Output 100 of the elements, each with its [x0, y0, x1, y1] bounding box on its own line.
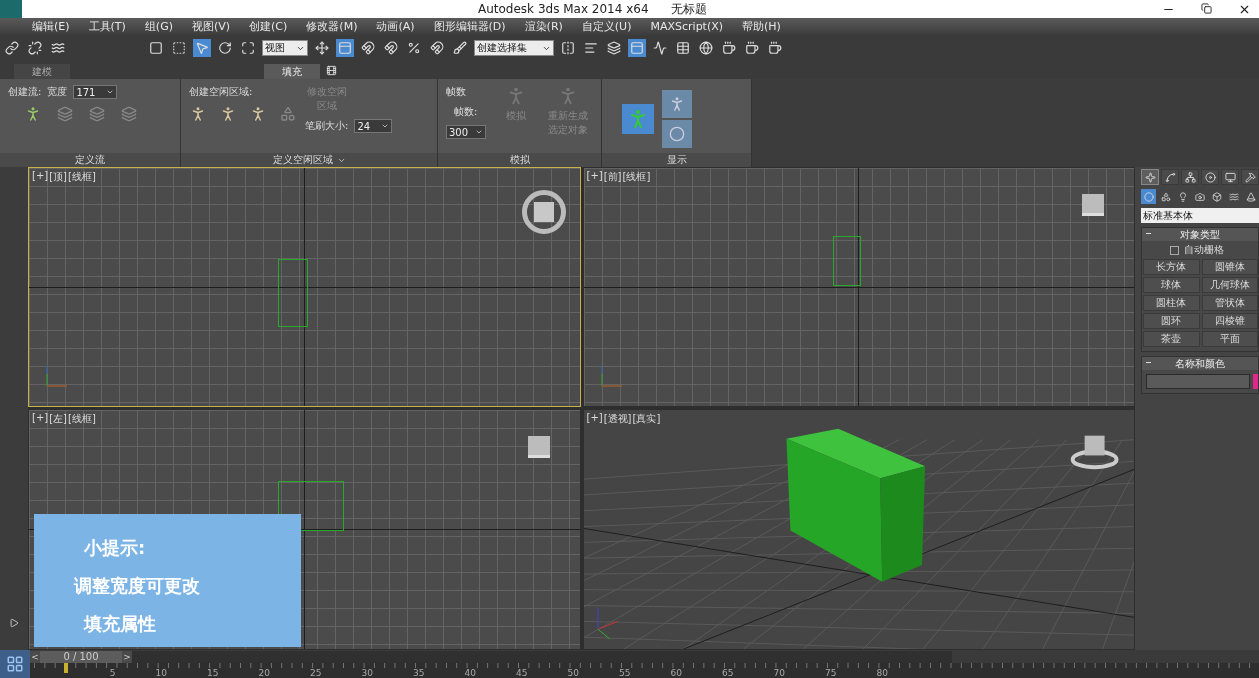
menu-item[interactable]: 图形编辑器(D)	[433, 19, 515, 34]
object-button[interactable]: 四棱锥	[1201, 313, 1258, 329]
cursor-icon[interactable]	[193, 39, 211, 57]
field-label: 创建流:	[8, 85, 42, 99]
viewport[interactable]: [+][左][线框] 小提示: 调整宽度可更改 填充属性	[28, 409, 581, 650]
menu-item[interactable]: 自定义(U)	[581, 19, 641, 34]
view-cube-icon[interactable]	[521, 190, 566, 234]
menu-item[interactable]: 组(G)	[144, 19, 182, 34]
checkbox[interactable]	[1170, 245, 1179, 255]
frame-number: 60	[669, 668, 682, 678]
frame-number: 70	[772, 668, 785, 678]
brush-size-spinner[interactable]: 24	[354, 119, 393, 133]
modify-tab-icon[interactable]	[1161, 169, 1179, 185]
viewport-label[interactable]: [左]	[49, 412, 67, 426]
group-title: 定义流	[0, 153, 180, 167]
frame-number: 30	[360, 668, 373, 678]
utilities-tab-icon[interactable]	[1241, 169, 1259, 185]
viewport-label[interactable]: [真实]	[632, 412, 661, 426]
viewport-label[interactable]: [线框]	[68, 170, 96, 184]
ribbon-tab[interactable]: 填充	[264, 64, 320, 79]
frame-number: 55	[618, 668, 631, 678]
previous-frame-button[interactable]: <	[30, 650, 40, 663]
category-dropdown[interactable]: 标准基本体	[1141, 208, 1259, 223]
object-button[interactable]: 平面	[1201, 331, 1258, 347]
menu-item[interactable]: 编辑(E)	[32, 19, 79, 34]
link-icon[interactable]	[3, 39, 21, 57]
viewport-label[interactable]: [前]	[603, 170, 622, 184]
document-title: 无标题	[670, 0, 707, 18]
viewport-label[interactable]: [线框]	[68, 412, 96, 426]
object-button[interactable]: 圆锥体	[1201, 259, 1258, 275]
viewport[interactable]: [+][前][线框]	[582, 167, 1135, 407]
field-label: 宽度	[47, 85, 68, 99]
window-title: Autodesk 3ds Max 2014 x64	[478, 2, 649, 16]
display-tab-icon[interactable]	[1221, 169, 1239, 185]
object-button[interactable]: 几何球体	[1201, 277, 1258, 293]
viewport-label[interactable]: [+]	[32, 170, 49, 184]
next-frame-button[interactable]: >	[122, 650, 132, 663]
viewport-label[interactable]: [+]	[32, 412, 49, 426]
select-icon[interactable]	[147, 39, 165, 57]
frame-number: 15	[206, 668, 219, 678]
time-slider-thumb[interactable]: 0 / 100	[40, 650, 122, 663]
menu-item[interactable]: 修改器(M)	[306, 19, 367, 34]
snap-icon[interactable]	[359, 39, 377, 57]
frame-number: 75	[824, 668, 837, 678]
menu-item[interactable]: 动画(A)	[376, 19, 424, 34]
object-button[interactable]: 长方体	[1143, 259, 1200, 275]
object-button[interactable]: 圆环	[1143, 313, 1200, 329]
move-icon[interactable]	[313, 39, 331, 57]
menu-item[interactable]: 帮助(H)	[742, 19, 790, 34]
color-swatch[interactable]	[1253, 374, 1258, 389]
frame-number: 10	[154, 668, 167, 678]
frames-spinner[interactable]: 300	[446, 125, 486, 139]
mirror-icon[interactable]	[559, 39, 577, 57]
object-button[interactable]: 茶壶	[1143, 331, 1200, 347]
frame-number: 5	[108, 668, 116, 678]
restore-icon[interactable]	[1201, 2, 1212, 14]
viewport[interactable]: [+][透视][真实]	[582, 409, 1135, 650]
object-outline	[278, 259, 308, 327]
object-button[interactable]: 球体	[1143, 277, 1200, 293]
viewport-layout-icon[interactable]	[0, 650, 30, 678]
viewport-label[interactable]: [+]	[586, 170, 603, 184]
menu-item[interactable]: 渲染(R)	[524, 19, 572, 34]
frame-number: 65	[721, 668, 734, 678]
viewport-label[interactable]: [+]	[586, 412, 603, 426]
selection-set-dropdown[interactable]: 创建选择集	[474, 40, 554, 56]
view-cube-icon[interactable]	[1070, 435, 1119, 470]
object-button[interactable]: 圆柱体	[1143, 295, 1200, 311]
frame-number: 25	[309, 668, 322, 678]
unlink-icon[interactable]	[26, 39, 44, 57]
object-outline	[832, 236, 861, 286]
name-field[interactable]	[1146, 374, 1250, 389]
rotate-icon[interactable]	[216, 39, 234, 57]
frame-number: 45	[515, 668, 528, 678]
timeline-ruler[interactable]: 5 10 15 20 25 30 35 40 45 50 55 60 65 70 75 80	[30, 663, 1259, 678]
frame-number: 35	[412, 668, 425, 678]
frame-number: 50	[566, 668, 579, 678]
viewport[interactable]: [+][顶][线框]	[28, 167, 581, 407]
axis-tripod-icon	[43, 364, 69, 390]
current-frame-marker	[64, 663, 68, 673]
layers-icon[interactable]	[605, 39, 623, 57]
frame-number: 40	[463, 668, 476, 678]
menu-item[interactable]: 创建(C)	[249, 19, 297, 34]
group-title-button[interactable]: 定义空闲区域	[181, 153, 437, 167]
field-label: 笔刷大小:	[305, 119, 349, 133]
field-label: 帧数:	[453, 105, 479, 119]
coordinate-dropdown[interactable]: 视图	[262, 40, 308, 56]
width-spinner[interactable]: 171	[73, 85, 118, 99]
ribbon-tab[interactable]: 建模	[14, 64, 70, 79]
frame-number: 20	[257, 668, 270, 678]
viewport-label[interactable]: [透视]	[603, 412, 632, 426]
object-button[interactable]: 管状体	[1201, 295, 1258, 311]
selection-region-icon[interactable]	[170, 39, 188, 57]
menu-item[interactable]: 视图(V)	[191, 19, 240, 34]
scale-icon[interactable]	[239, 39, 257, 57]
frame-number: 80	[875, 668, 888, 678]
menu-item[interactable]: 工具(T)	[88, 19, 135, 34]
viewport-label[interactable]: [线框]	[622, 170, 651, 184]
viewport-label[interactable]: [顶]	[49, 170, 67, 184]
menu-item[interactable]: MAXScript(X)	[650, 20, 733, 33]
view-cube-icon[interactable]	[527, 436, 550, 458]
